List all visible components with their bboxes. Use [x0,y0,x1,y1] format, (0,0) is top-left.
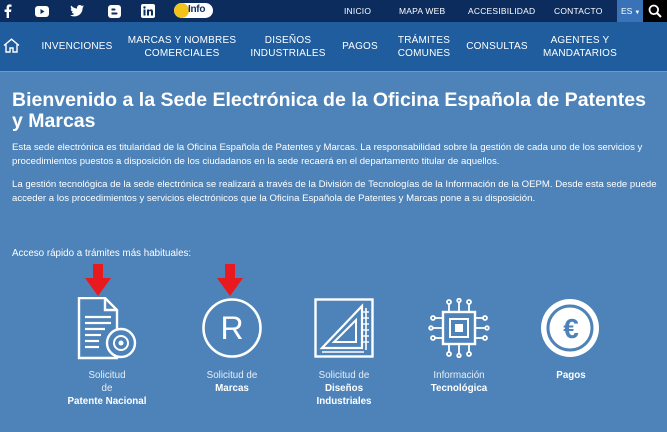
tile-caption-informacion: Información Tecnológica [430,370,488,394]
tile-pagos[interactable]: € [540,298,600,363]
nav-item-tramites[interactable]: TRÁMITES COMUNES [392,22,456,71]
red-arrow-down-icon [85,264,111,296]
nav-item-invenciones[interactable]: INVENCIONES [40,22,114,71]
top-link-mapa-web[interactable]: MAPA WEB [399,6,445,16]
caret-down-icon: ▼ [634,10,641,16]
main-nav: INVENCIONES MARCAS Y NOMBRES COMERCIALES … [0,22,667,71]
tile-patente-nacional[interactable] [77,296,137,366]
linkedin-icon[interactable] [140,3,156,19]
svg-text:€: € [563,313,579,344]
tile-caption-disenos: Solicitud de Diseños Industriales [316,370,372,407]
top-link-accesibilidad[interactable]: ACCESIBILIDAD [468,6,535,16]
home-icon[interactable] [3,38,20,58]
tile-caption-patente: Solicitud de Patente Nacional [67,370,147,407]
quick-access-label: Acceso rápido a trámites más habituales: [12,248,192,259]
top-link-contacto[interactable]: CONTACTO [554,6,603,16]
registered-mark-icon: R [202,298,262,358]
page-title: Bienvenido a la Sede Electrónica de la O… [12,89,646,132]
tile-marcas[interactable]: R [201,297,263,364]
top-link-inicio[interactable]: INICIO [344,6,371,16]
red-arrow-down-icon [217,264,243,296]
search-button[interactable] [643,0,667,22]
design-drawing-icon [314,298,374,358]
language-selector[interactable]: ES ▼ [617,0,643,22]
tile-informacion-tecnologica[interactable] [428,297,490,363]
intro-paragraph: Esta sede electrónica es titularidad de … [12,142,643,167]
tile-caption-marcas: Solicitud de Marcas [206,370,258,394]
nav-item-disenos[interactable]: DISEÑOS INDUSTRIALES [250,22,326,71]
facebook-icon[interactable] [2,3,14,19]
info-badge[interactable]: Info [174,3,213,18]
nav-divider [0,71,667,72]
euro-icon: € [541,299,599,357]
tile-caption-pagos: Pagos [556,370,586,381]
technology-paragraph: La gestión tecnológica de la sede electr… [12,179,657,204]
youtube-icon[interactable] [34,3,50,19]
language-label: ES [621,6,633,16]
info-dot-icon [174,3,189,18]
twitter-icon[interactable] [69,3,85,19]
tile-disenos-industriales[interactable] [314,298,374,363]
nav-item-agentes[interactable]: AGENTES Y MANDATARIOS [540,22,620,71]
top-bar: Info INICIO MAPA WEB ACCESIBILIDAD CONTA… [0,0,667,22]
nav-item-marcas[interactable]: MARCAS Y NOMBRES COMERCIALES [124,22,240,71]
search-icon [648,4,662,18]
chip-icon [428,297,490,359]
nav-item-consultas[interactable]: CONSULTAS [464,22,530,71]
blogger-icon[interactable] [106,3,122,19]
nav-item-pagos[interactable]: PAGOS [338,22,382,71]
patent-document-icon [77,296,137,360]
svg-text:R: R [220,310,243,346]
